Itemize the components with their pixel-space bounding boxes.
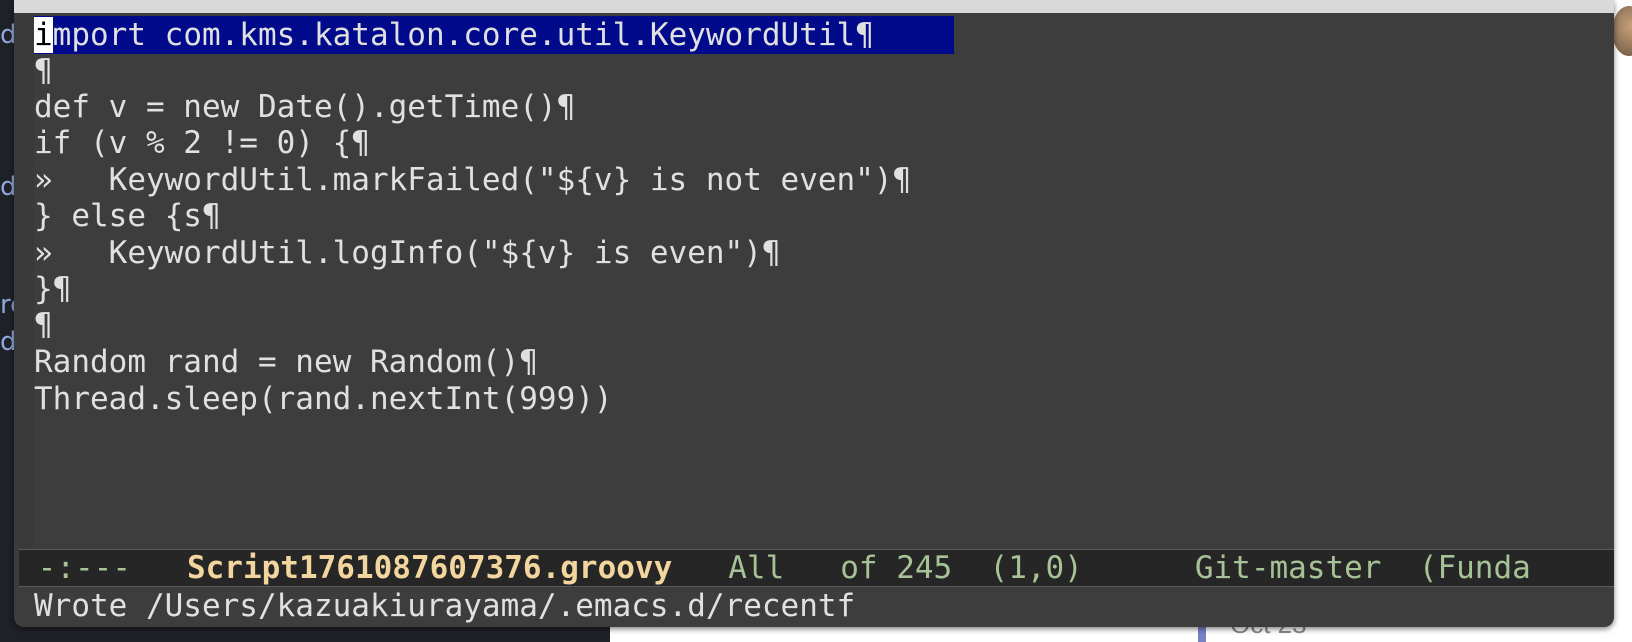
code-line[interactable]: }¶ xyxy=(34,270,71,308)
left-fringe xyxy=(14,13,34,549)
editor-buffer[interactable]: import com.kms.katalon.core.util.Keyword… xyxy=(34,16,1610,548)
code-line[interactable]: » KeywordUtil.markFailed("${v} is not ev… xyxy=(34,161,911,199)
code-line[interactable]: Random rand = new Random()¶ xyxy=(34,343,538,381)
code-line[interactable]: ¶ xyxy=(34,52,53,90)
code-text: mport com.kms.katalon.core.util.KeywordU… xyxy=(52,17,893,53)
modeline-buffer-name[interactable]: Script1761087607376.groovy xyxy=(187,550,672,586)
avatar xyxy=(1612,6,1632,56)
text-cursor: i xyxy=(34,17,53,53)
mode-line[interactable]: -:--- Script1761087607376.groovy All of … xyxy=(19,549,1614,587)
code-line[interactable]: ¶ xyxy=(34,306,53,344)
modeline-status: -:--- xyxy=(19,550,187,586)
code-line[interactable]: if (v % 2 != 0) {¶ xyxy=(34,124,370,162)
background-app-right-edge xyxy=(1612,0,1632,642)
code-line[interactable]: import com.kms.katalon.core.util.Keyword… xyxy=(34,16,954,54)
code-line[interactable]: Thread.sleep(rand.nextInt(999)) xyxy=(34,380,613,418)
modeline-position: All of 245 (1,0) Git-master (Funda xyxy=(672,550,1531,586)
code-line[interactable]: » KeywordUtil.logInfo("${v} is even")¶ xyxy=(34,234,781,272)
code-line[interactable]: def v = new Date().getTime()¶ xyxy=(34,88,575,126)
echo-area-message: Wrote /Users/kazuakiurayama/.emacs.d/rec… xyxy=(34,588,856,624)
window-title-strip[interactable] xyxy=(14,0,1614,13)
emacs-frame[interactable]: import com.kms.katalon.core.util.Keyword… xyxy=(14,0,1614,627)
code-line[interactable]: } else {s¶ xyxy=(34,197,221,235)
